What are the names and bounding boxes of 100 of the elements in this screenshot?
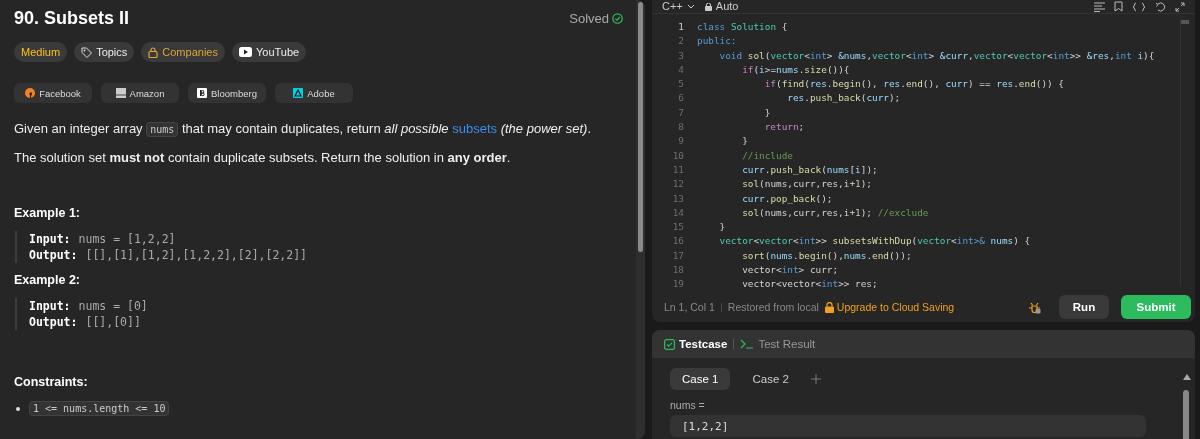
upgrade-link[interactable]: Upgrade to Cloud Saving bbox=[824, 301, 955, 313]
code-line: } bbox=[763, 105, 771, 120]
code-line: res.push_back(curr); bbox=[786, 91, 901, 106]
panel-tab[interactable]: Testcase bbox=[664, 338, 728, 350]
problem-description: The solution set must not contain duplicate subsets. Return the solution in any order. bbox=[14, 149, 512, 167]
tag-icon bbox=[81, 46, 93, 58]
circle-logo-icon bbox=[25, 88, 36, 98]
scrollbar-thumb[interactable] bbox=[1181, 20, 1189, 24]
line-number: 19 bbox=[671, 277, 684, 292]
tag-button[interactable]: YouTube bbox=[231, 42, 307, 62]
bug-icon[interactable] bbox=[1028, 300, 1041, 314]
bullet-icon bbox=[16, 406, 20, 411]
line-number: 15 bbox=[671, 220, 684, 235]
code-line: } bbox=[718, 220, 726, 235]
line-number: 6 bbox=[677, 91, 684, 106]
example-label: Input: bbox=[29, 298, 71, 314]
code-line: curr.pop_back(); bbox=[741, 191, 833, 206]
code-line: } bbox=[741, 134, 748, 149]
subsets-link[interactable]: subsets bbox=[452, 121, 498, 136]
checkbox-icon bbox=[664, 338, 675, 350]
line-number: 11 bbox=[671, 162, 684, 177]
example-value: [[],[0]] bbox=[85, 314, 141, 330]
line-number: 3 bbox=[677, 48, 684, 63]
code-line: curr.push_back(nums[i]); bbox=[741, 162, 878, 177]
case-tab[interactable]: Case 1 bbox=[670, 368, 731, 390]
line-number: 16 bbox=[671, 234, 684, 249]
code-line: if(i>=nums.size()){ bbox=[741, 62, 850, 77]
input-field[interactable]: [1,2,2] bbox=[670, 415, 1146, 437]
undo-icon[interactable] bbox=[1155, 1, 1166, 12]
tag-button[interactable]: Topics bbox=[74, 42, 135, 62]
code-line: vector<int> curr; bbox=[741, 263, 839, 278]
code-line: void sol(vector<int> &nums,vector<int> &curr,vector<vector<int>> &res,int i){ bbox=[718, 48, 1155, 63]
scroll-up-icon[interactable] bbox=[1183, 374, 1191, 380]
line-number: 4 bbox=[677, 62, 684, 77]
line-number: 18 bbox=[671, 263, 684, 278]
example-heading: Example 1: bbox=[14, 206, 81, 220]
code-line: if(find(res.begin(), res.end(), curr) == res.end()) { bbox=[763, 77, 1064, 92]
scrollbar-thumb[interactable] bbox=[1183, 390, 1189, 439]
line-number: 5 bbox=[677, 77, 684, 92]
line-number: 1 bbox=[677, 20, 684, 34]
language-select[interactable]: C++ bbox=[662, 0, 695, 13]
example-label: Input: bbox=[29, 231, 71, 247]
company-tag[interactable]: Bloomberg bbox=[188, 83, 266, 103]
line-number: 7 bbox=[677, 105, 684, 120]
example-value: [[],[1],[1,2],[1,2,2],[2],[2,2]] bbox=[85, 247, 308, 263]
line-number: 13 bbox=[671, 191, 684, 206]
square-logo-icon bbox=[197, 88, 207, 98]
example-label: Output: bbox=[29, 247, 78, 263]
code-line: sol(nums,curr,res,i+1); //exclude bbox=[741, 205, 929, 220]
terminal-icon bbox=[740, 339, 755, 349]
panel-tab[interactable]: Test Result bbox=[740, 338, 816, 350]
code-line: vector<vector<int>> subsetsWithDup(vector<int>& nums) { bbox=[718, 234, 1031, 249]
lock-icon bbox=[148, 46, 159, 58]
line-number: 12 bbox=[671, 177, 684, 192]
mode-label: Auto bbox=[715, 0, 739, 13]
code-line: //include bbox=[741, 148, 793, 163]
lock-icon bbox=[824, 301, 834, 313]
line-number: 17 bbox=[671, 248, 684, 263]
code-line: return; bbox=[763, 120, 805, 135]
constraints-heading: Constraints: bbox=[14, 375, 89, 389]
difficulty-button[interactable]: Medium bbox=[14, 42, 68, 62]
lock-icon bbox=[704, 2, 712, 11]
code-line: sol(nums,curr,res,i+1); bbox=[741, 177, 872, 192]
inline-code: nums bbox=[146, 122, 179, 137]
company-tag[interactable]: Facebook bbox=[14, 83, 92, 103]
cursor-position: Ln 1, Col 1 bbox=[664, 301, 715, 313]
example-label: Output: bbox=[29, 314, 78, 330]
code-line: sort(nums.begin(),nums.end()); bbox=[741, 248, 912, 263]
chevron-down-icon bbox=[686, 3, 695, 10]
example-heading: Example 2: bbox=[14, 273, 81, 287]
play-icon bbox=[238, 47, 252, 57]
scrollbar[interactable] bbox=[636, 0, 645, 439]
triangle-logo-icon bbox=[293, 88, 304, 98]
run-button[interactable]: Run bbox=[1059, 295, 1109, 319]
plus-icon[interactable] bbox=[810, 374, 821, 384]
tag-button[interactable]: Companies bbox=[141, 42, 225, 62]
line-number: 9 bbox=[677, 134, 684, 149]
save-status: Restored from local bbox=[727, 301, 819, 313]
braces-icon[interactable] bbox=[1132, 1, 1146, 12]
line-number: 10 bbox=[671, 148, 684, 163]
code-line: public: bbox=[697, 34, 737, 49]
example-value: nums = [1,2,2] bbox=[78, 231, 176, 247]
bookmark-icon[interactable] bbox=[1114, 1, 1123, 12]
check-circle-icon bbox=[612, 13, 623, 24]
field-label: nums = bbox=[670, 399, 706, 411]
line-number: 2 bbox=[677, 34, 684, 49]
solved-status: Solved bbox=[569, 11, 609, 26]
case-tab[interactable]: Case 2 bbox=[740, 368, 801, 390]
example-value: nums = [0] bbox=[78, 298, 148, 314]
constraint-code: 1 <= nums.length <= 10 bbox=[29, 401, 170, 416]
format-icon[interactable] bbox=[1094, 1, 1105, 12]
scrollbar-thumb[interactable] bbox=[638, 2, 643, 252]
problem-description: Given an integer array nums that may contain duplicates, return all possible subsets (the power set). bbox=[14, 120, 592, 139]
expand-icon[interactable] bbox=[1175, 1, 1185, 12]
company-tag[interactable]: Amazon bbox=[101, 83, 179, 103]
company-tag[interactable]: Adobe bbox=[275, 83, 353, 103]
code-line: class Solution { bbox=[697, 20, 788, 34]
scrollbar[interactable] bbox=[1180, 18, 1189, 286]
line-number: 14 bbox=[671, 205, 684, 220]
problem-title: 90. Subsets II bbox=[14, 8, 130, 29]
